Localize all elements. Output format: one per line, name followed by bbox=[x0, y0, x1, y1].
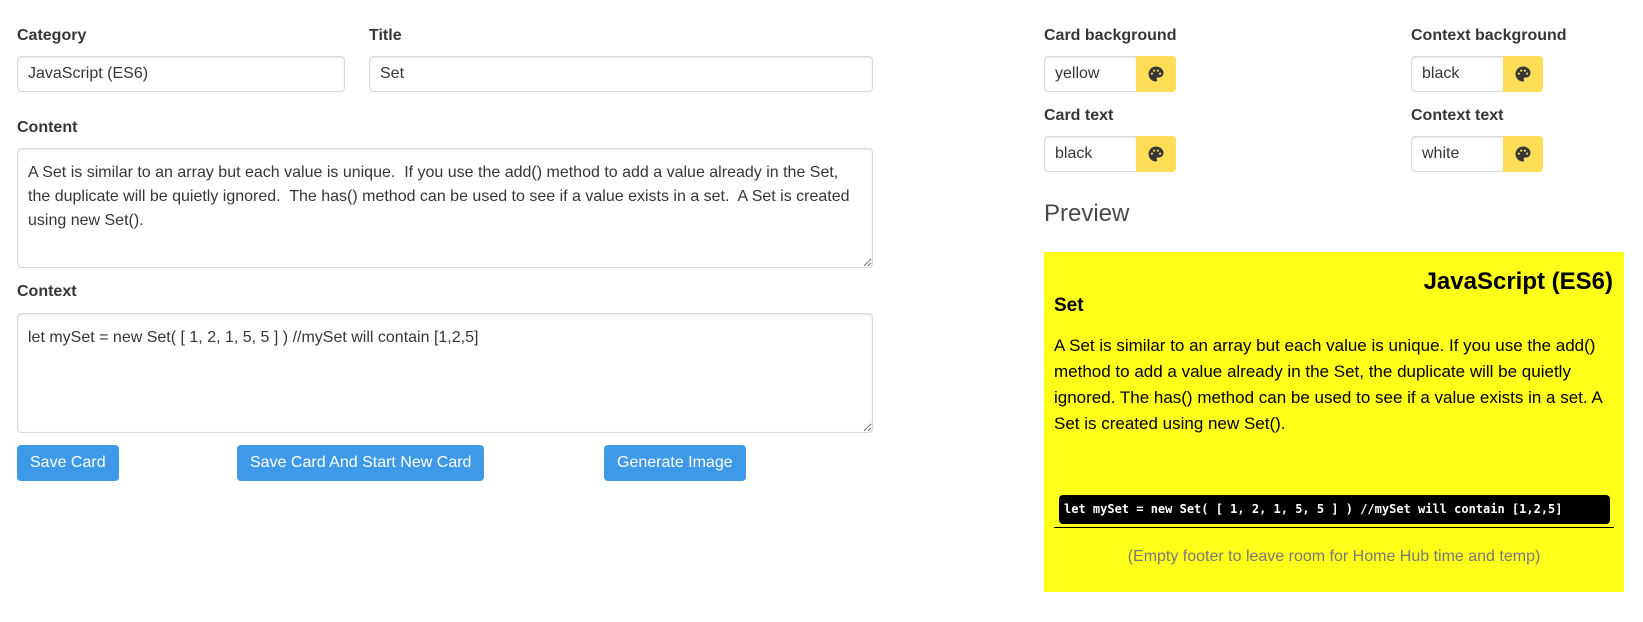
card-category: JavaScript (ES6) bbox=[1423, 268, 1613, 295]
context-background-group bbox=[1411, 56, 1543, 92]
preview-card: JavaScript (ES6) Set A Set is similar to… bbox=[1044, 252, 1624, 592]
save-and-new-card-button[interactable]: Save Card And Start New Card bbox=[237, 445, 485, 481]
card-footer: (Empty footer to leave room for Home Hub… bbox=[1127, 548, 1541, 565]
card-background-group bbox=[1044, 56, 1176, 92]
palette-icon bbox=[1148, 146, 1164, 162]
title-input[interactable] bbox=[369, 56, 873, 92]
card-background-input[interactable] bbox=[1044, 56, 1136, 92]
save-card-button[interactable]: Save Card bbox=[17, 445, 119, 481]
palette-icon bbox=[1515, 66, 1531, 82]
context-text-palette-button[interactable] bbox=[1503, 136, 1543, 172]
palette-icon bbox=[1148, 66, 1164, 82]
generate-image-button[interactable]: Generate Image bbox=[604, 445, 746, 481]
content-textarea[interactable]: A Set is similar to an array but each va… bbox=[17, 148, 873, 268]
content-label: Content bbox=[17, 119, 78, 136]
context-background-label: Context background bbox=[1411, 27, 1567, 44]
card-context-code: let mySet = new Set( [ 1, 2, 1, 5, 5 ] )… bbox=[1059, 495, 1610, 524]
context-textarea[interactable]: let mySet = new Set( [ 1, 2, 1, 5, 5 ] )… bbox=[17, 313, 873, 433]
context-background-input[interactable] bbox=[1411, 56, 1503, 92]
preview-heading: Preview bbox=[1044, 200, 1130, 227]
title-label: Title bbox=[369, 27, 402, 44]
card-background-label: Card background bbox=[1044, 27, 1177, 44]
card-text-input[interactable] bbox=[1044, 136, 1136, 172]
category-input[interactable] bbox=[17, 56, 345, 92]
context-label: Context bbox=[17, 283, 77, 300]
context-text-group bbox=[1411, 136, 1543, 172]
card-title: Set bbox=[1054, 295, 1084, 316]
card-content: A Set is similar to an array but each va… bbox=[1054, 336, 1602, 433]
card-background-palette-button[interactable] bbox=[1136, 56, 1176, 92]
context-background-palette-button[interactable] bbox=[1503, 56, 1543, 92]
card-text-group bbox=[1044, 136, 1176, 172]
category-label: Category bbox=[17, 27, 87, 44]
card-text-palette-button[interactable] bbox=[1136, 136, 1176, 172]
context-text-input[interactable] bbox=[1411, 136, 1503, 172]
palette-icon bbox=[1515, 146, 1531, 162]
context-text-label: Context text bbox=[1411, 107, 1504, 124]
card-text-label: Card text bbox=[1044, 107, 1114, 124]
card-divider bbox=[1054, 527, 1614, 528]
